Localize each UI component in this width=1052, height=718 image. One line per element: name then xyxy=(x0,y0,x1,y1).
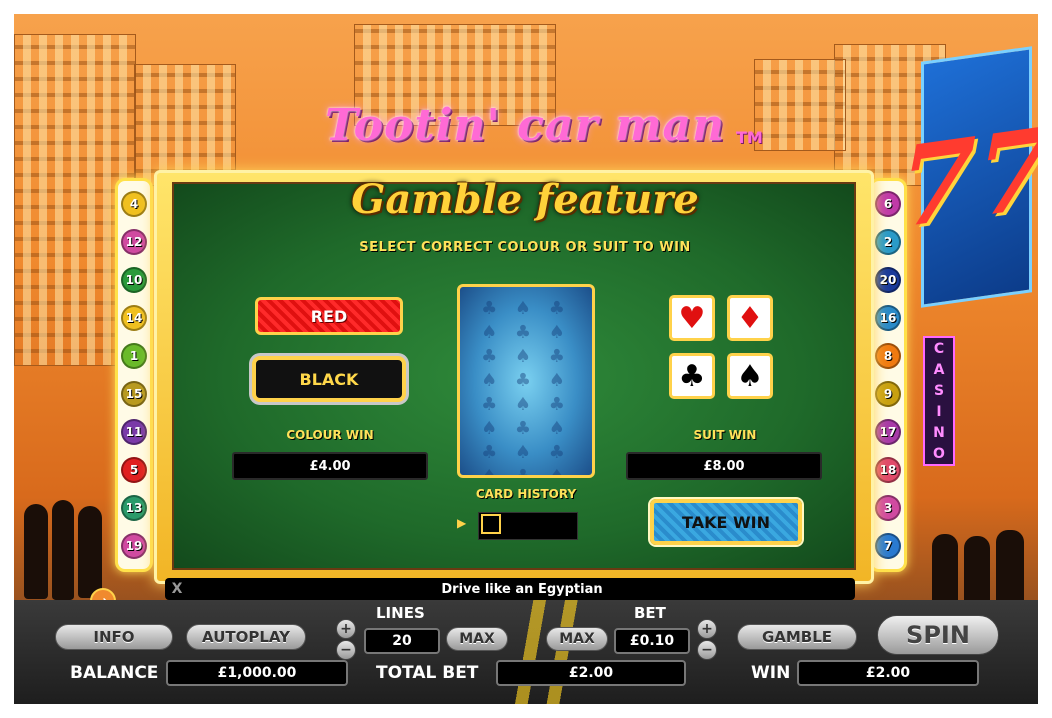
casino-letter: S xyxy=(933,382,945,399)
suit-win-value: £8.00 xyxy=(626,452,822,480)
gamble-instruction: SELECT CORRECT COLOUR OR SUIT TO WIN xyxy=(359,240,691,255)
casino-letter: N xyxy=(933,424,945,441)
payline-number-ball: 8 xyxy=(875,343,901,369)
casino-letter: O xyxy=(933,445,945,462)
payline-number-ball: 13 xyxy=(121,495,147,521)
payline-number-ball: 11 xyxy=(121,419,147,445)
silhouette xyxy=(24,504,48,599)
hearts-icon: ♥ xyxy=(678,300,706,336)
silhouette xyxy=(52,500,74,600)
payline-number-ball: 19 xyxy=(121,533,147,559)
payline-number-ball: 16 xyxy=(875,305,901,331)
casino-sign: C A S I N O xyxy=(923,336,955,466)
spades-button[interactable]: ♠ xyxy=(727,353,773,399)
seventy-seven-sign: 77 xyxy=(900,46,1038,308)
casino-letter: A xyxy=(933,361,945,378)
building xyxy=(754,59,846,151)
diamonds-button[interactable]: ♦ xyxy=(727,295,773,341)
card-history-label: CARD HISTORY xyxy=(475,487,577,501)
lines-max-button[interactable]: MAX xyxy=(446,627,508,651)
lines-value: 20 xyxy=(364,628,440,654)
payline-number-ball: 2 xyxy=(875,229,901,255)
bet-label: BET xyxy=(634,604,666,622)
payline-numbers-right: 6 2 20 16 8 9 17 18 3 7 xyxy=(869,178,907,572)
payline-number-ball: 17 xyxy=(875,419,901,445)
close-icon[interactable]: X xyxy=(165,581,189,597)
gamble-button[interactable]: GAMBLE xyxy=(737,624,857,650)
bet-minus-button[interactable]: − xyxy=(697,640,717,660)
bet-value: £0.10 xyxy=(614,628,690,654)
spin-button[interactable]: SPIN xyxy=(877,615,999,655)
payline-number-ball: 18 xyxy=(875,457,901,483)
payline-number-ball: 15 xyxy=(121,381,147,407)
payline-numbers-left: 4 12 10 14 1 15 11 5 13 19 xyxy=(115,178,153,572)
road-decoration xyxy=(470,600,610,704)
diamonds-icon: ♦ xyxy=(736,300,764,336)
payline-number-ball: 10 xyxy=(121,267,147,293)
red-button[interactable]: RED xyxy=(255,297,403,335)
card-history-slot xyxy=(481,514,501,534)
hearts-button[interactable]: ♥ xyxy=(669,295,715,341)
card-back-pattern: ♣ ♠ ♣ ♠ ♣ ♠ ♣ ♠ ♣ ♠ ♣ ♠ ♣ ♠ ♣ ♠ ♣ ♠ ♣ ♠ … xyxy=(481,298,571,478)
colour-win-label: COLOUR WIN xyxy=(286,428,374,442)
total-bet-value: £2.00 xyxy=(496,660,686,686)
gamble-feature-title: Gamble feature xyxy=(351,176,699,223)
silhouette xyxy=(78,506,102,598)
spades-icon: ♠ xyxy=(736,358,764,394)
take-win-button[interactable]: TAKE WIN xyxy=(650,499,802,545)
casino-letter: C xyxy=(933,340,945,357)
payline-number-ball: 7 xyxy=(875,533,901,559)
trademark: TM xyxy=(736,128,763,147)
payline-number-ball: 20 xyxy=(875,267,901,293)
black-button[interactable]: BLACK xyxy=(252,356,406,402)
game-title: Tootin' car man xyxy=(324,100,726,151)
clubs-icon: ♣ xyxy=(678,358,706,394)
lines-minus-button[interactable]: − xyxy=(336,640,356,660)
payline-number-ball: 4 xyxy=(121,191,147,217)
payline-number-ball: 6 xyxy=(875,191,901,217)
autoplay-button[interactable]: AUTOPLAY xyxy=(186,624,306,650)
payline-number-ball: 9 xyxy=(875,381,901,407)
payline-number-ball: 1 xyxy=(121,343,147,369)
total-bet-label: TOTAL BET xyxy=(376,663,479,683)
building xyxy=(134,64,236,186)
win-label: WIN xyxy=(751,663,791,683)
message-bar: X Drive like an Egyptian xyxy=(165,578,855,600)
balance-value: £1,000.00 xyxy=(166,660,348,686)
face-down-card: ♣ ♠ ♣ ♠ ♣ ♠ ♣ ♠ ♣ ♠ ♣ ♠ ♣ ♠ ♣ ♠ ♣ ♠ ♣ ♠ … xyxy=(457,284,595,478)
lines-plus-button[interactable]: + xyxy=(336,619,356,639)
casino-letter: I xyxy=(936,403,942,420)
payline-number-ball: 14 xyxy=(121,305,147,331)
clubs-button[interactable]: ♣ xyxy=(669,353,715,399)
colour-win-value: £4.00 xyxy=(232,452,428,480)
payline-number-ball: 5 xyxy=(121,457,147,483)
bet-max-button[interactable]: MAX xyxy=(546,627,608,651)
win-value: £2.00 xyxy=(797,660,979,686)
lines-label: LINES xyxy=(376,604,425,622)
payline-number-ball: 3 xyxy=(875,495,901,521)
balance-label: BALANCE xyxy=(70,663,159,683)
history-arrow-icon[interactable]: ▶ xyxy=(457,516,466,530)
message-text: Drive like an Egyptian xyxy=(441,581,603,597)
suit-win-label: SUIT WIN xyxy=(693,428,757,442)
bet-plus-button[interactable]: + xyxy=(697,619,717,639)
info-button[interactable]: INFO xyxy=(55,624,173,650)
payline-number-ball: 12 xyxy=(121,229,147,255)
